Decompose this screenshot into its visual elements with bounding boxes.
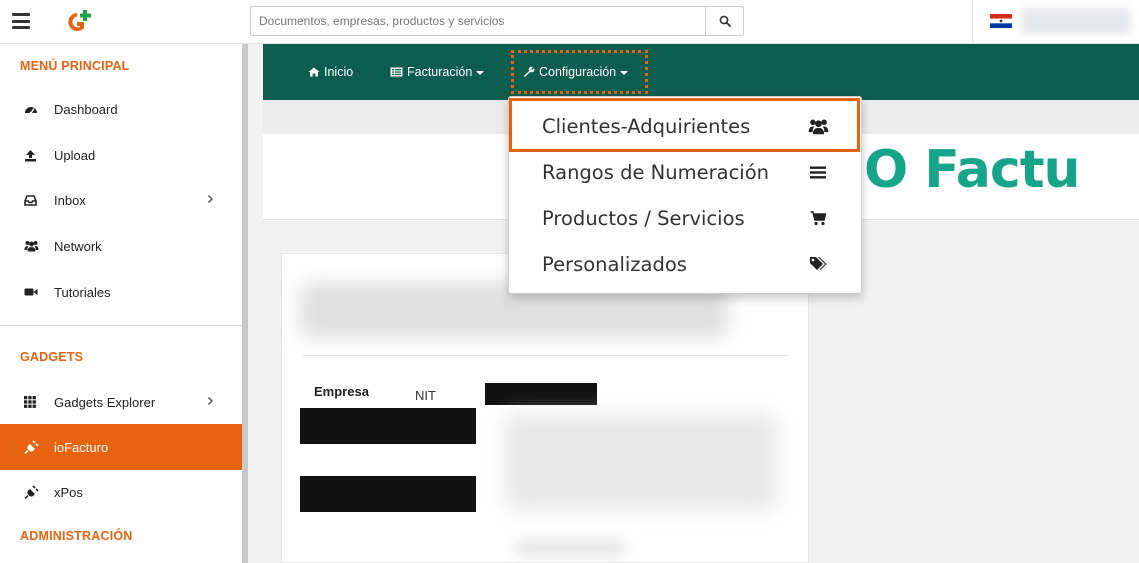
shopping-cart-icon xyxy=(807,208,829,228)
paraguay-flag-icon[interactable] xyxy=(990,14,1012,28)
menu-item-label: Clientes-Adquirientes xyxy=(542,114,751,138)
sidebar-item-xpos[interactable]: xPos xyxy=(0,474,242,510)
sidebar-item-label: Tutoriales xyxy=(54,284,111,300)
chevron-right-icon xyxy=(208,195,213,203)
search-input[interactable] xyxy=(251,7,706,35)
brand-logo-text: O Factu xyxy=(864,140,1081,200)
redacted-company-info xyxy=(300,408,476,444)
menu-item-rangos-de-numeracion[interactable]: Rangos de Numeración xyxy=(509,149,863,195)
menu-item-productos-servicios[interactable]: Productos / Servicios xyxy=(509,195,863,241)
search-button[interactable] xyxy=(705,7,743,35)
top-bar xyxy=(0,0,1139,44)
configuracion-dropdown-menu: Clientes-Adquirientes Rangos de Numeraci… xyxy=(508,96,862,294)
list-alt-icon xyxy=(390,67,403,77)
bars-icon xyxy=(807,162,829,182)
sidebar-divider xyxy=(242,44,248,563)
blurred-company-footer xyxy=(515,540,625,556)
nit-label: NIT xyxy=(415,388,436,403)
wrench-icon xyxy=(524,66,535,77)
search-icon xyxy=(719,15,731,27)
user-area xyxy=(972,0,1139,44)
caret-down-icon xyxy=(620,71,629,75)
sidebar-item-iofacturo[interactable]: ioFacturo xyxy=(0,424,242,470)
dashboard-icon xyxy=(24,103,44,115)
administration-heading: ADMINISTRACIÓN xyxy=(20,529,133,543)
tags-icon xyxy=(807,254,829,274)
menu-item-clientes-adquirientes[interactable]: Clientes-Adquirientes xyxy=(509,103,863,149)
sidebar-item-gadgets-explorer[interactable]: Gadgets Explorer xyxy=(0,384,242,420)
sidebar-item-label: xPos xyxy=(54,484,83,500)
sidebar-item-label: Gadgets Explorer xyxy=(54,394,156,410)
sidebar-item-label: Upload xyxy=(54,147,96,163)
caret-down-icon xyxy=(476,71,485,75)
sidebar-item-tutoriales[interactable]: Tutoriales xyxy=(0,274,242,310)
chevron-right-icon xyxy=(208,397,213,405)
search-box xyxy=(250,6,744,36)
menu-item-label: Personalizados xyxy=(542,252,687,276)
sidebar-separator xyxy=(0,325,242,326)
video-camera-icon xyxy=(24,287,44,297)
sidebar-item-label: Network xyxy=(54,238,102,254)
nav-inicio[interactable]: Inicio xyxy=(308,44,353,100)
sidebar-item-dashboard[interactable]: Dashboard xyxy=(0,91,242,127)
home-icon xyxy=(308,67,320,77)
nav-configuracion-label: Configuración xyxy=(539,65,617,79)
redacted-company-info xyxy=(300,476,476,512)
plug-icon xyxy=(24,440,44,454)
blurred-company-details xyxy=(505,414,777,510)
users-icon xyxy=(24,240,44,252)
gadgets-heading: GADGETS xyxy=(20,350,84,364)
menu-item-label: Productos / Servicios xyxy=(542,206,745,230)
sidebar-item-inbox[interactable]: Inbox xyxy=(0,182,242,218)
user-menu[interactable] xyxy=(1021,8,1131,34)
sidebar-item-label: ioFacturo xyxy=(54,439,109,455)
menu-item-personalizados[interactable]: Personalizados xyxy=(509,241,863,287)
app-logo[interactable] xyxy=(63,9,95,35)
grid-icon xyxy=(24,396,44,408)
nav-inicio-label: Inicio xyxy=(324,65,354,79)
plug-icon xyxy=(24,485,44,499)
card-divider xyxy=(303,355,789,356)
main-menu-heading: MENÚ PRINCIPAL xyxy=(20,59,130,73)
menu-item-label: Rangos de Numeración xyxy=(542,160,770,184)
redacted-nit-value xyxy=(485,383,597,405)
hamburger-menu-icon[interactable] xyxy=(12,13,30,29)
inbox-icon xyxy=(24,194,44,206)
empresa-label: Empresa xyxy=(314,384,369,399)
sidebar-item-network[interactable]: Network xyxy=(0,228,242,264)
sidebar-item-label: Dashboard xyxy=(54,101,118,117)
nav-facturacion[interactable]: Facturación xyxy=(390,44,485,100)
nav-configuracion[interactable]: Configuración xyxy=(523,44,629,100)
sidebar-item-upload[interactable]: Upload xyxy=(0,137,242,173)
upload-icon xyxy=(24,149,44,162)
nav-facturacion-label: Facturación xyxy=(407,65,473,79)
sidebar-item-label: Inbox xyxy=(54,192,86,208)
users-icon xyxy=(807,116,829,136)
